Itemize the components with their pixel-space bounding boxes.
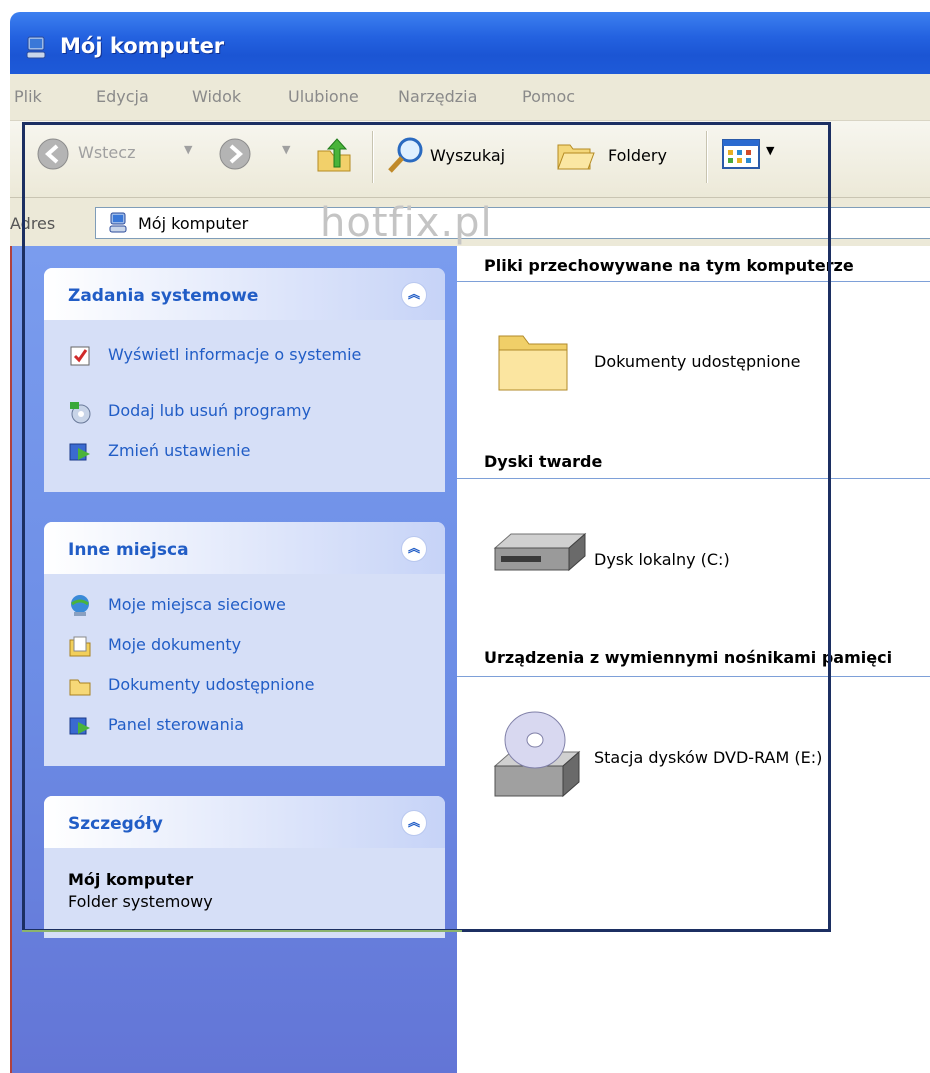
network-places-icon [71,595,89,616]
folder-icon [69,679,91,696]
system-tasks-title: Zadania systemowe [68,286,259,306]
hard-drive-icon[interactable] [489,530,589,580]
shared-folder-icon[interactable] [495,326,573,394]
my-computer-icon [109,212,127,233]
folders-button[interactable]: Foldery [556,137,667,177]
views-button[interactable]: ▼ [722,139,774,173]
add-remove-programs-icon [70,402,91,424]
back-label: Wstecz [78,143,136,162]
collapse-chevron-icon[interactable]: ︽ [401,282,427,308]
place-label: Dokumenty udostępnione [108,675,315,694]
other-places-title: Inne miejsca [68,540,189,560]
other-places-panel: Inne miejsca ︽ Moje miejsca sieciowe Moj… [44,522,445,766]
menu-ulubione[interactable]: Ulubione [288,87,359,106]
folders-icon [557,144,595,170]
title-bar[interactable]: Mój komputer [10,12,930,74]
search-label: Wyszukaj [430,146,506,165]
my-computer-icon [26,36,46,59]
watermark: hotfix.pl [320,200,493,246]
address-label: Adres [10,214,56,233]
system-tasks-header[interactable]: Zadania systemowe ︽ [44,268,445,320]
search-button[interactable]: Wyszukaj [386,135,505,179]
details-title: Szczegóły [68,814,163,834]
place-label: Moje dokumenty [108,635,242,654]
menu-widok[interactable]: Widok [192,87,241,106]
task-label: Zmień ustawienie [108,441,251,460]
details-panel: Szczegóły ︽ Mój komputer Folder systemow… [44,796,445,938]
system-tasks-panel: Zadania systemowe ︽ Wyświetl informacje … [44,268,445,492]
place-label: Moje miejsca sieciowe [108,595,286,614]
forward-dropdown-icon[interactable]: ▼ [282,143,290,156]
back-arrow-icon [37,138,69,170]
window-title: Mój komputer [60,34,225,58]
forward-button[interactable]: ▼ [218,137,290,175]
up-folder-icon[interactable] [316,137,352,175]
details-name: Mój komputer [68,870,194,889]
address-field[interactable]: Mój komputer [95,207,930,239]
forward-arrow-icon [219,138,251,170]
back-dropdown-icon[interactable]: ▼ [184,143,192,156]
my-documents-icon [69,636,91,657]
task-label: Wyświetl informacje o systemie [108,345,362,364]
dvd-drive-icon[interactable] [489,704,585,804]
menu-bar: Plik Edycja Widok Ulubione Narzędzia Pom… [10,74,930,121]
views-dropdown-icon: ▼ [766,144,775,157]
annotation-line [22,930,462,932]
item-local-disk-c[interactable]: Dysk lokalny (C:) [594,550,730,569]
details-type: Folder systemowy [68,892,213,911]
control-panel-icon [69,717,90,735]
group-header-hard-drives: Dyski twarde [484,452,603,471]
collapse-chevron-icon[interactable]: ︽ [401,536,427,562]
item-shared-documents[interactable]: Dokumenty udostępnione [594,352,800,371]
search-icon [388,137,423,173]
folders-label: Foldery [608,146,667,165]
item-dvd-ram-e[interactable]: Stacja dysków DVD-RAM (E:) [594,748,822,767]
address-value: Mój komputer [138,214,249,233]
menu-narzedzia[interactable]: Narzędzia [398,87,477,106]
views-icon [722,139,760,169]
toolbar: Wstecz ▼ ▼ Wyszukaj Foldery ▼ [10,121,930,198]
menu-plik[interactable]: Plik [14,87,42,106]
control-panel-icon [69,443,90,461]
group-header-files: Pliki przechowywane na tym komputerze [484,256,854,275]
details-header[interactable]: Szczegóły ︽ [44,796,445,848]
content-pane: Pliki przechowywane na tym komputerze Do… [457,246,930,1073]
place-label: Panel sterowania [108,715,244,734]
menu-pomoc[interactable]: Pomoc [522,87,575,106]
task-pane: Zadania systemowe ︽ Wyświetl informacje … [10,246,459,1073]
collapse-chevron-icon[interactable]: ︽ [401,810,427,836]
menu-edycja[interactable]: Edycja [96,87,149,106]
task-label: Dodaj lub usuń programy [108,401,312,420]
group-header-removable: Urządzenia z wymiennymi nośnikami pamięc… [484,648,893,667]
other-places-header[interactable]: Inne miejsca ︽ [44,522,445,574]
system-info-icon [70,346,90,366]
